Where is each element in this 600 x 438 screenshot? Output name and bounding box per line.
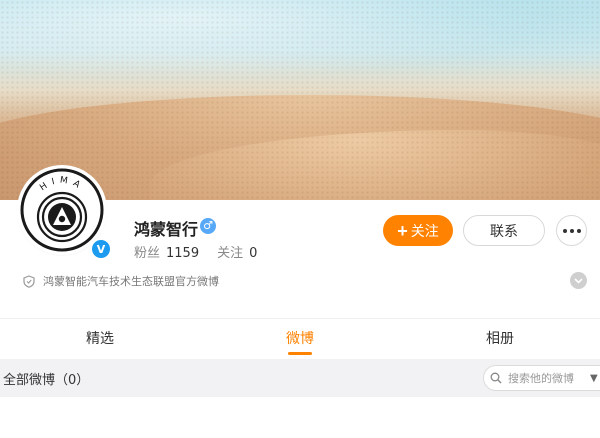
more-dots-icon [576,228,581,233]
verified-badge: V [90,238,112,260]
profile-name: 鸿蒙智行 [134,220,199,239]
followers-count[interactable]: 1159 [166,246,199,261]
hima-logo-icon: HIMA [20,168,104,252]
search-icon [490,372,502,384]
plus-icon: + [397,220,408,241]
following-label[interactable]: 关注 [217,246,243,261]
feed-header: 全部微博（0） ▼ [0,359,600,397]
cover-banner [0,0,600,200]
contact-button[interactable]: 联系 [463,215,545,246]
following-count[interactable]: 0 [249,246,257,261]
profile-stats: 粉丝 1159 关注 0 [134,242,275,261]
tab-weibo[interactable]: 微博 [200,319,400,359]
banner-texture [0,0,600,200]
feed-content [0,397,600,438]
more-dots-icon [562,228,567,233]
dropdown-caret-icon[interactable]: ▼ [590,373,598,384]
follow-label: 关注 [410,222,439,239]
profile-bio: 鸿蒙智能汽车技术生态联盟官方微博 [43,275,219,288]
profile-tabs: 精选 微博 相册 [0,319,600,359]
expand-button[interactable] [570,272,587,289]
search-input[interactable] [506,370,588,386]
avatar[interactable]: HIMA [19,167,105,253]
feed-title: 全部微博（0） [3,373,90,388]
more-dots-icon [569,228,574,233]
chevron-down-icon [574,277,583,284]
search-box[interactable]: ▼ [483,365,600,391]
more-options-button[interactable] [556,215,587,246]
shield-icon [23,275,35,288]
tab-album[interactable]: 相册 [400,319,600,359]
tab-featured[interactable]: 精选 [0,319,200,359]
followers-label[interactable]: 粉丝 [134,246,160,261]
follow-button[interactable]: + 关注 [383,215,453,246]
gender-male-icon: ♂ [200,218,216,234]
